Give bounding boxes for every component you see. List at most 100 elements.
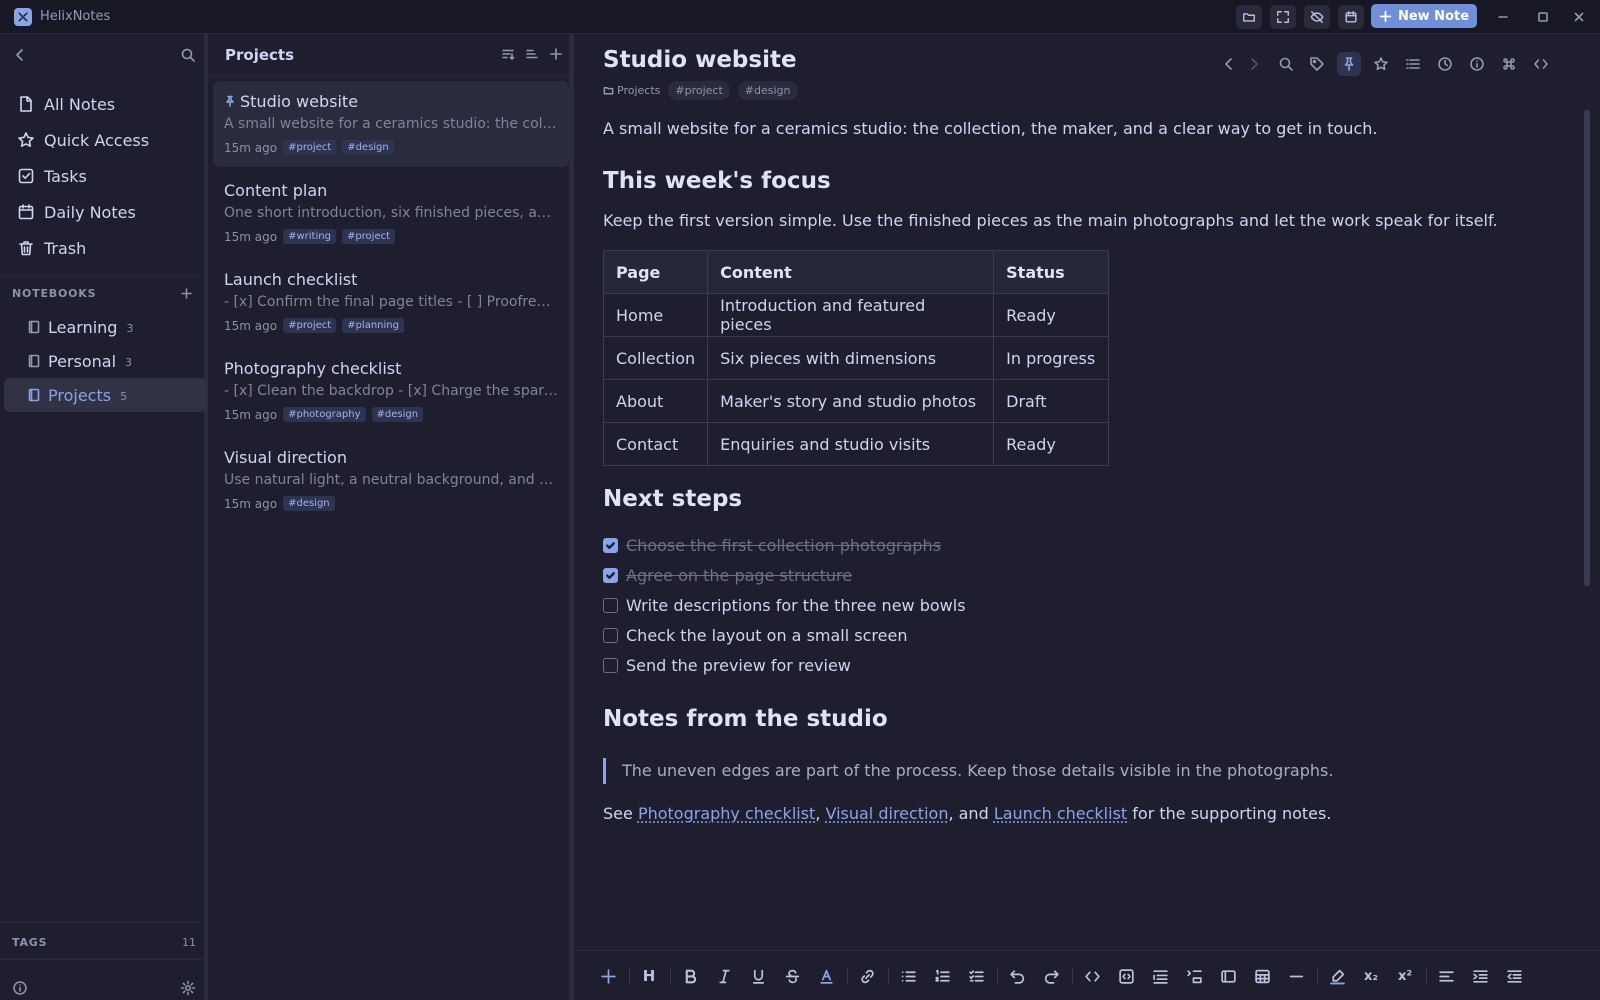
tag-chip[interactable]: #design bbox=[371, 407, 424, 422]
align-left-icon bbox=[1438, 970, 1454, 982]
tag-chip[interactable]: #photography bbox=[283, 407, 366, 422]
pin-button[interactable] bbox=[1337, 52, 1361, 76]
add-notebook-button[interactable] bbox=[180, 287, 193, 300]
subscript-button[interactable]: x₂ bbox=[1360, 965, 1382, 987]
maximize-button[interactable] bbox=[1534, 8, 1552, 26]
heading-button[interactable]: H bbox=[638, 965, 660, 987]
nav-label: Quick Access bbox=[44, 130, 150, 150]
outline-button[interactable] bbox=[1401, 52, 1425, 76]
underline-button[interactable] bbox=[747, 965, 769, 987]
code-block-button[interactable] bbox=[1115, 965, 1137, 987]
superscript-button[interactable]: x² bbox=[1394, 965, 1416, 987]
nav-all-notes[interactable]: All Notes bbox=[4, 88, 200, 120]
tag-chip[interactable]: #design bbox=[283, 496, 335, 511]
task-checkbox[interactable] bbox=[603, 657, 618, 673]
insert-button[interactable] bbox=[597, 965, 619, 987]
minimize-button[interactable] bbox=[1494, 8, 1512, 26]
note-folder[interactable]: Projects bbox=[603, 84, 660, 97]
table-row: About Maker's story and studio photos Dr… bbox=[602, 379, 1110, 423]
command-button[interactable] bbox=[1497, 52, 1521, 76]
close-button[interactable] bbox=[1570, 8, 1588, 26]
indent-button[interactable] bbox=[1469, 965, 1491, 987]
add-note-button[interactable] bbox=[549, 47, 563, 61]
back-button[interactable] bbox=[1217, 52, 1241, 76]
italic-button[interactable] bbox=[713, 965, 735, 987]
open-folder-button[interactable] bbox=[1236, 5, 1262, 29]
undo-button[interactable] bbox=[1006, 965, 1028, 987]
note-tag[interactable]: #design bbox=[737, 81, 798, 100]
text-color-button[interactable] bbox=[815, 965, 837, 987]
note-tag[interactable]: #project bbox=[668, 81, 730, 100]
table-button[interactable] bbox=[1251, 965, 1273, 987]
intro-paragraph: A small website for a ceramics studio: t… bbox=[603, 119, 1378, 138]
nav-trash[interactable]: Trash bbox=[4, 232, 200, 264]
about-button[interactable] bbox=[12, 980, 28, 996]
nav-daily-notes[interactable]: Daily Notes bbox=[4, 196, 200, 228]
settings-button[interactable] bbox=[180, 980, 196, 996]
align-button[interactable] bbox=[1435, 965, 1457, 987]
tag-chip[interactable]: #writing bbox=[283, 229, 336, 244]
notebook-projects[interactable]: Projects 5 bbox=[4, 378, 206, 412]
link-button[interactable] bbox=[856, 965, 878, 987]
editor-scrollbar[interactable] bbox=[1584, 110, 1590, 586]
tags-label[interactable]: TAGS bbox=[12, 936, 47, 949]
view-options-button[interactable] bbox=[525, 47, 539, 61]
new-note-button[interactable]: New Note bbox=[1371, 4, 1477, 28]
note-card-content-plan[interactable]: Content plan One short introduction, six… bbox=[213, 170, 569, 256]
task-checkbox[interactable] bbox=[603, 567, 618, 583]
highlight-button[interactable] bbox=[1326, 965, 1348, 987]
tags-button[interactable] bbox=[1305, 52, 1329, 76]
tag-chip[interactable]: #design bbox=[342, 140, 394, 155]
tag-chip[interactable]: #project bbox=[283, 140, 337, 155]
link-photography-checklist[interactable]: Photography checklist bbox=[638, 804, 815, 823]
forward-button[interactable] bbox=[1242, 52, 1266, 76]
table-cell: Contact bbox=[602, 422, 709, 466]
note-time: 15m ago bbox=[224, 407, 278, 422]
collapsible-button[interactable] bbox=[1183, 965, 1205, 987]
numbered-list-button[interactable] bbox=[931, 965, 953, 987]
task-list-button[interactable] bbox=[965, 965, 987, 987]
bullet-list-button[interactable] bbox=[897, 965, 919, 987]
note-info-button[interactable] bbox=[1465, 52, 1489, 76]
tag-chip[interactable]: #planning bbox=[342, 318, 404, 333]
redo-button[interactable] bbox=[1040, 965, 1062, 987]
inline-code-button[interactable] bbox=[1081, 965, 1103, 987]
note-title-heading[interactable]: Studio website bbox=[603, 47, 797, 73]
horizontal-rule-button[interactable] bbox=[1285, 965, 1307, 987]
search-button[interactable] bbox=[180, 47, 196, 63]
calendar-button[interactable] bbox=[1338, 5, 1364, 29]
notebook-personal[interactable]: Personal 3 bbox=[4, 344, 206, 378]
find-in-note-button[interactable] bbox=[1274, 52, 1298, 76]
fullscreen-button[interactable] bbox=[1270, 5, 1296, 29]
task-checkbox[interactable] bbox=[603, 597, 618, 613]
hide-button[interactable] bbox=[1304, 5, 1330, 29]
link-launch-checklist[interactable]: Launch checklist bbox=[994, 804, 1127, 823]
task-checkbox[interactable] bbox=[603, 627, 618, 643]
callout-button[interactable] bbox=[1217, 965, 1239, 987]
notebook-icon bbox=[28, 320, 40, 334]
note-snippet: - [x] Clean the backdrop - [x] Charge th… bbox=[224, 383, 558, 399]
favorite-button[interactable] bbox=[1369, 52, 1393, 76]
expand-icon bbox=[1277, 11, 1289, 23]
link-visual-direction[interactable]: Visual direction bbox=[825, 804, 948, 823]
tag-chip[interactable]: #project bbox=[283, 318, 337, 333]
note-card-photography-checklist[interactable]: Photography checklist - [x] Clean the ba… bbox=[213, 348, 569, 434]
table-header-cell: Content bbox=[707, 250, 995, 294]
nav-tasks[interactable]: Tasks bbox=[4, 160, 200, 192]
note-card-visual-direction[interactable]: Visual direction Use natural light, a ne… bbox=[213, 437, 569, 523]
bold-button[interactable] bbox=[679, 965, 701, 987]
search-icon bbox=[1279, 57, 1293, 71]
strikethrough-button[interactable] bbox=[781, 965, 803, 987]
history-button[interactable] bbox=[1433, 52, 1457, 76]
nav-quick-access[interactable]: Quick Access bbox=[4, 124, 200, 156]
sort-button[interactable] bbox=[501, 47, 515, 61]
notebook-learning[interactable]: Learning 3 bbox=[4, 310, 206, 344]
task-checkbox[interactable] bbox=[603, 537, 618, 553]
note-card-studio-website[interactable]: Studio website A small website for a cer… bbox=[213, 81, 569, 167]
blockquote-button[interactable] bbox=[1149, 965, 1171, 987]
source-view-button[interactable] bbox=[1529, 52, 1553, 76]
outdent-button[interactable] bbox=[1503, 965, 1525, 987]
note-card-launch-checklist[interactable]: Launch checklist - [x] Confirm the final… bbox=[213, 259, 569, 345]
tag-chip[interactable]: #project bbox=[341, 229, 396, 244]
collapse-sidebar-button[interactable] bbox=[12, 47, 28, 63]
